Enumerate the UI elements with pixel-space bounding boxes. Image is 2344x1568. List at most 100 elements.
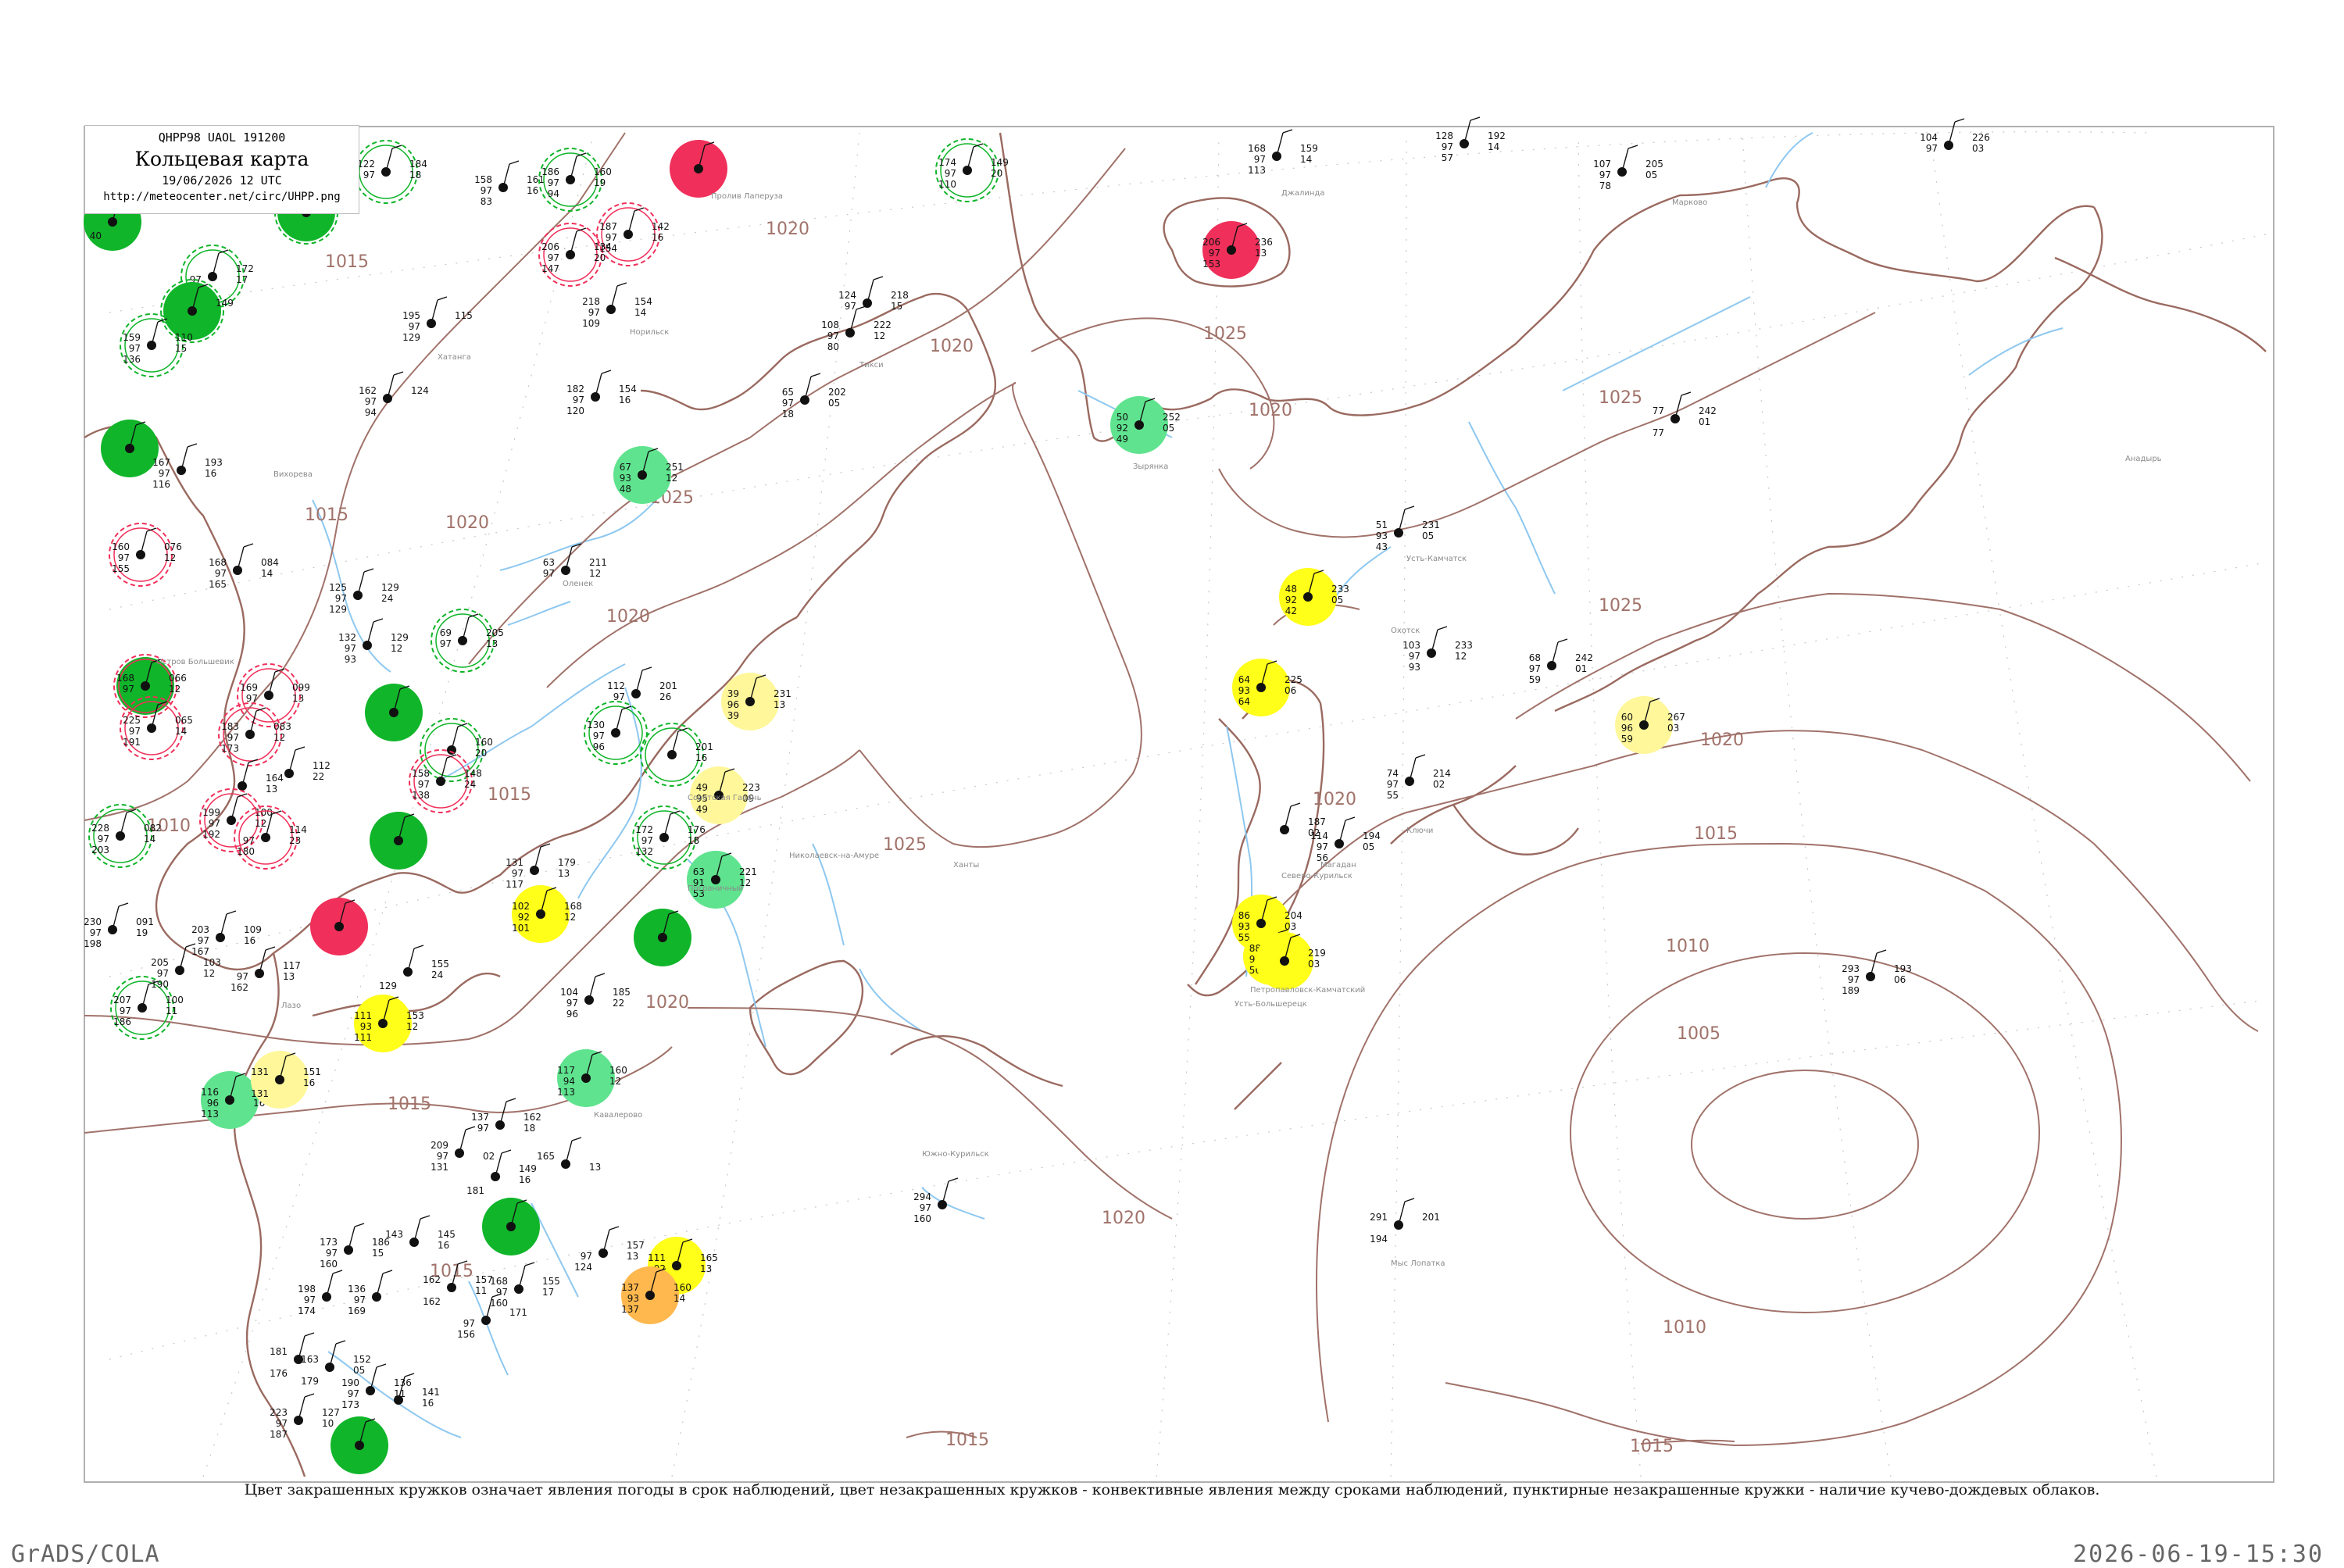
station-model <box>670 140 727 198</box>
station-humidity: 93 <box>1238 921 1250 932</box>
station-humidity: 97 <box>477 1123 489 1134</box>
station-temperature: 111 <box>354 1010 372 1021</box>
station-temperature: 49 <box>696 782 708 793</box>
station-dewpoint: 136 <box>123 354 141 365</box>
station-pressure: 154 <box>619 384 637 395</box>
station-dewpoint: 174 <box>298 1305 316 1316</box>
station-model <box>370 812 427 870</box>
station-name: Кавалерово <box>594 1111 642 1120</box>
station-temperature: 174 <box>938 157 956 168</box>
station-pressure: 219 <box>1308 948 1326 959</box>
station-tendency: 14 <box>175 726 187 737</box>
station-dewpoint: 169 <box>348 1305 366 1316</box>
station-temperature: 137 <box>471 1112 489 1123</box>
station-humidity: 97 <box>1529 663 1541 674</box>
station-pressure: 223 <box>742 782 760 793</box>
station-temperature: 111 <box>648 1252 666 1263</box>
station-humidity: 97 <box>1848 974 1860 985</box>
station-temperature: 112 <box>607 680 625 691</box>
station-dewpoint: 96 <box>593 741 605 752</box>
station-temperature: 130 <box>587 720 605 730</box>
isobar-label: 1025 <box>883 835 927 855</box>
station-temperature: 165 <box>537 1151 555 1162</box>
station-pressure: 084 <box>261 557 279 568</box>
station-tendency: 05 <box>1363 841 1374 852</box>
station-temperature: 160 <box>112 541 130 552</box>
station-humidity: 97 <box>409 321 420 332</box>
station-dewpoint: 189 <box>1842 985 1860 996</box>
station-tendency: 16 <box>438 1240 449 1251</box>
station-tendency: 16 <box>205 468 216 479</box>
station-pressure: 149 <box>519 1163 537 1174</box>
station-dewpoint: 40 <box>90 230 102 241</box>
station-tendency: 16 <box>422 1398 434 1409</box>
station-temperature: 114 <box>1310 830 1328 841</box>
station-temperature: 67 <box>620 462 631 473</box>
station-humidity: 97 <box>782 398 794 409</box>
station-dewpoint: 110 <box>938 179 956 190</box>
station-dewpoint: 120 <box>566 405 584 416</box>
station-dewpoint: 113 <box>557 1087 575 1098</box>
station-temperature: 132 <box>338 632 356 643</box>
station-temperature: 205 <box>151 957 169 968</box>
station-temperature: 131 <box>251 1066 269 1077</box>
station-dewpoint: 49 <box>696 804 708 815</box>
station-dewpoint: 43 <box>1376 541 1388 552</box>
map-date: 19/06/2026 12 UTC <box>162 173 282 188</box>
station-model <box>331 1416 388 1474</box>
station-temperature: 199 <box>202 807 220 818</box>
station-dewpoint: 191 <box>123 737 141 748</box>
station-tendency: 05 <box>1331 595 1343 605</box>
station-temperature: 116 <box>201 1087 219 1098</box>
station-temperature: 125 <box>329 582 347 593</box>
station-temperature: 122 <box>357 159 375 170</box>
station-humidity: 93 <box>620 473 631 484</box>
station-pressure: 231 <box>1422 520 1440 530</box>
isobar-label: 1020 <box>1102 1209 1145 1228</box>
station-pressure: 192 <box>1488 130 1506 141</box>
station-tendency: 18 <box>523 1123 535 1134</box>
station-name: Ключи <box>1406 827 1433 835</box>
station-temperature: 187 <box>599 221 617 232</box>
station-humidity: 96 <box>727 699 739 710</box>
station-pressure: 179 <box>558 857 576 868</box>
station-dewpoint: 160 <box>490 1298 508 1309</box>
station-tendency: 16 <box>652 232 663 243</box>
station-dewpoint: 176 <box>270 1368 288 1379</box>
station-name: Анадырь <box>2125 455 2162 463</box>
station-humidity: 97 <box>237 971 248 982</box>
isobar-label: 1010 <box>1666 937 1710 956</box>
station-tendency: 01 <box>1575 663 1587 674</box>
station-temperature: 162 <box>423 1274 441 1285</box>
station-temperature: 218 <box>582 296 600 307</box>
station-name: Марково <box>1672 198 1707 207</box>
station-pressure: 148 <box>464 768 482 779</box>
station-humidity: 97 <box>845 301 856 312</box>
station-dewpoint: 124 <box>574 1262 592 1273</box>
station-temperature: 294 <box>913 1191 931 1202</box>
station-pressure: 153 <box>406 1010 424 1021</box>
station-pressure: 252 <box>1163 412 1181 423</box>
station-name: Пограничный <box>688 884 743 893</box>
station-pressure: 211 <box>589 557 607 568</box>
station-tendency: 12 <box>564 912 576 923</box>
isobar-label: 1010 <box>1663 1318 1706 1338</box>
station-pressure: 117 <box>283 960 301 971</box>
station-temperature: 108 <box>821 320 839 330</box>
station-tendency: 14 <box>674 1293 685 1304</box>
station-pressure: 233 <box>1331 584 1349 595</box>
station-tendency: 11 <box>475 1285 487 1296</box>
render-timestamp: 2026-06-19-15:30 <box>2073 1541 2324 1568</box>
station-pressure: 165 <box>700 1252 718 1263</box>
station-humidity: 97 <box>120 1005 131 1016</box>
station-tendency: 12 <box>874 330 885 341</box>
map-title: Кольцевая карта <box>134 148 309 170</box>
station-tendency: 02 <box>483 1151 495 1162</box>
station-dewpoint: 179 <box>301 1376 319 1387</box>
station-humidity: 97 <box>593 730 605 741</box>
station-dewpoint: 160 <box>913 1213 931 1224</box>
station-tendency: 11 <box>166 1005 177 1016</box>
station-tendency: 05 <box>1163 423 1174 434</box>
station-dewpoint: 49 <box>1117 434 1128 445</box>
station-humidity: 97 <box>463 1318 475 1329</box>
